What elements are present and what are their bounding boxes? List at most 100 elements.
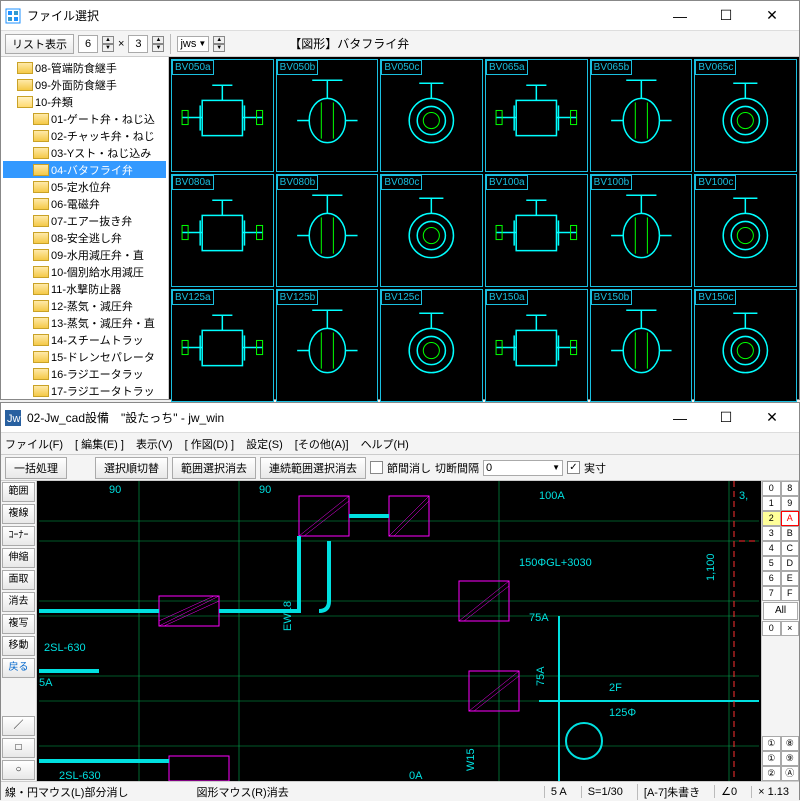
side-chamfer[interactable]: 面取 <box>2 570 35 590</box>
jissun-checkbox[interactable]: ✓ <box>567 461 580 474</box>
thumbnail-BV050c[interactable]: BV050c <box>380 59 483 172</box>
tree-folder[interactable]: 09-外面防食継手 <box>3 76 166 93</box>
menu-edit[interactable]: [ 編集(E) ] <box>75 436 124 452</box>
side-circle[interactable]: ○ <box>2 760 35 780</box>
layer-btn[interactable]: 8 <box>781 481 800 496</box>
tree-folder[interactable]: 08-管端防食継手 <box>3 59 166 76</box>
thumbnail-BV100c[interactable]: BV100c <box>694 174 797 287</box>
thumbnail-BV080c[interactable]: BV080c <box>380 174 483 287</box>
tree-item[interactable]: 16-ラジエータラッ <box>3 365 166 382</box>
side-corner[interactable]: ｺｰﾅｰ <box>2 526 35 546</box>
status-angle[interactable]: ∠0 <box>714 785 743 798</box>
group-btn[interactable]: ② <box>762 766 781 781</box>
layer-btn[interactable]: 6 <box>762 571 781 586</box>
thumbnail-BV065c[interactable]: BV065c <box>694 59 797 172</box>
thumbnail-BV150b[interactable]: BV150b <box>590 289 693 402</box>
layer-btn[interactable]: A <box>781 511 800 526</box>
menu-draw[interactable]: [ 作図(D) ] <box>185 436 235 452</box>
tree-item[interactable]: 17-ラジエータトラッ <box>3 382 166 399</box>
status-pen[interactable]: [A-7]朱書き <box>637 784 706 800</box>
menu-file[interactable]: ファイル(F) <box>5 436 63 452</box>
layer-btn[interactable]: F <box>781 586 800 601</box>
tree-item[interactable]: 13-蒸気・減圧弁・直 <box>3 314 166 331</box>
group-btn[interactable]: ⑧ <box>781 736 800 751</box>
tree-item[interactable]: 09-水用減圧弁・直 <box>3 246 166 263</box>
layer-btn[interactable]: C <box>781 541 800 556</box>
drawing-canvas[interactable]: 90 90 100A 150ΦGL+3030 75A 2F 125Φ 2SL-6… <box>37 481 761 781</box>
thumbnail-BV100b[interactable]: BV100b <box>590 174 693 287</box>
group-btn[interactable]: ① <box>762 736 781 751</box>
select-order-button[interactable]: 選択順切替 <box>95 457 168 479</box>
group-btn[interactable]: ⑨ <box>781 751 800 766</box>
side-move[interactable]: 移動 <box>2 636 35 656</box>
grid-rows-input[interactable] <box>128 35 148 53</box>
tree-item[interactable]: 08-安全逃し弁 <box>3 229 166 246</box>
tree-item[interactable]: 06-電磁弁 <box>3 195 166 212</box>
maximize-button[interactable]: ☐ <box>703 2 749 30</box>
thumbnail-BV050a[interactable]: BV050a <box>171 59 274 172</box>
close-button[interactable]: ✕ <box>749 2 795 30</box>
minimize-button[interactable]: ― <box>657 404 703 432</box>
thumbnail-BV065b[interactable]: BV065b <box>590 59 693 172</box>
side-parallel[interactable]: 複線 <box>2 504 35 524</box>
layer-btn[interactable]: 5 <box>762 556 781 571</box>
thumbnail-BV125b[interactable]: BV125b <box>276 289 379 402</box>
minimize-button[interactable]: ― <box>657 2 703 30</box>
layer-btn[interactable]: 4 <box>762 541 781 556</box>
group-btn[interactable]: Ⓐ <box>781 766 800 781</box>
layer-all-button[interactable]: All <box>763 602 798 620</box>
layer-btn[interactable]: 2 <box>762 511 781 526</box>
tree-item[interactable]: 11-水撃防止器 <box>3 280 166 297</box>
tree-folder[interactable]: 10-弁類 <box>3 93 166 110</box>
cut-gap-combo[interactable]: 0▼ <box>483 460 563 476</box>
layer-x[interactable]: × <box>781 621 800 636</box>
side-erase[interactable]: 消去 <box>2 592 35 612</box>
side-line[interactable]: ／ <box>2 716 35 736</box>
grid-cols-input[interactable] <box>78 35 98 53</box>
thumbnail-BV065a[interactable]: BV065a <box>485 59 588 172</box>
side-copy[interactable]: 複写 <box>2 614 35 634</box>
tree-item[interactable]: 15-ドレンセパレータ <box>3 348 166 365</box>
layer-btn[interactable]: E <box>781 571 800 586</box>
menu-view[interactable]: 表示(V) <box>136 436 173 452</box>
batch-button[interactable]: 一括処理 <box>5 457 67 479</box>
tree-item[interactable]: 07-エアー抜き弁 <box>3 212 166 229</box>
group-btn[interactable]: ① <box>762 751 781 766</box>
layer-btn[interactable]: 1 <box>762 496 781 511</box>
range-delete-button[interactable]: 範囲選択消去 <box>172 457 256 479</box>
tree-item-selected[interactable]: 04-バタフライ弁 <box>3 161 166 178</box>
thumbnail-BV080a[interactable]: BV080a <box>171 174 274 287</box>
layer-btn[interactable]: D <box>781 556 800 571</box>
tree-item[interactable]: 10-個別給水用減圧 <box>3 263 166 280</box>
side-extend[interactable]: 伸縮 <box>2 548 35 568</box>
menu-settings[interactable]: 設定(S) <box>246 436 283 452</box>
side-range[interactable]: 範囲 <box>2 482 35 502</box>
thumbnail-BV125c[interactable]: BV125c <box>380 289 483 402</box>
list-display-button[interactable]: リスト表示 <box>5 34 74 54</box>
layer-btn[interactable]: 3 <box>762 526 781 541</box>
status-zoom[interactable]: × 1.13 <box>751 786 795 798</box>
tree-item[interactable]: 02-チャッキ弁・ねじ <box>3 127 166 144</box>
filetype-combo[interactable]: jws▼ <box>177 36 209 52</box>
thumbnail-BV080b[interactable]: BV080b <box>276 174 379 287</box>
status-scale[interactable]: S=1/30 <box>581 786 629 798</box>
spinner-3[interactable]: ▲▼ <box>213 36 225 52</box>
tree-item[interactable]: 01-ゲート弁・ねじ込 <box>3 110 166 127</box>
layer-zero[interactable]: 0 <box>762 621 781 636</box>
close-button[interactable]: ✕ <box>749 404 795 432</box>
spinner-1[interactable]: ▲▼ <box>102 36 114 52</box>
layer-btn[interactable]: 9 <box>781 496 800 511</box>
continuous-range-delete-button[interactable]: 連続範囲選択消去 <box>260 457 366 479</box>
menu-other[interactable]: [その他(A)] <box>295 436 349 452</box>
tree-item[interactable]: 05-定水位弁 <box>3 178 166 195</box>
tree-item[interactable]: 03-Yスト・ねじ込み <box>3 144 166 161</box>
segment-erase-checkbox[interactable] <box>370 461 383 474</box>
layer-btn[interactable]: 0 <box>762 481 781 496</box>
folder-tree[interactable]: 08-管端防食継手 09-外面防食継手 10-弁類 01-ゲート弁・ねじ込 02… <box>1 57 169 399</box>
thumbnail-BV050b[interactable]: BV050b <box>276 59 379 172</box>
maximize-button[interactable]: ☐ <box>703 404 749 432</box>
tree-item[interactable]: 12-蒸気・減圧弁 <box>3 297 166 314</box>
thumbnail-BV150a[interactable]: BV150a <box>485 289 588 402</box>
tree-item[interactable]: 14-スチームトラッ <box>3 331 166 348</box>
status-layer[interactable]: 5 A <box>544 786 573 798</box>
